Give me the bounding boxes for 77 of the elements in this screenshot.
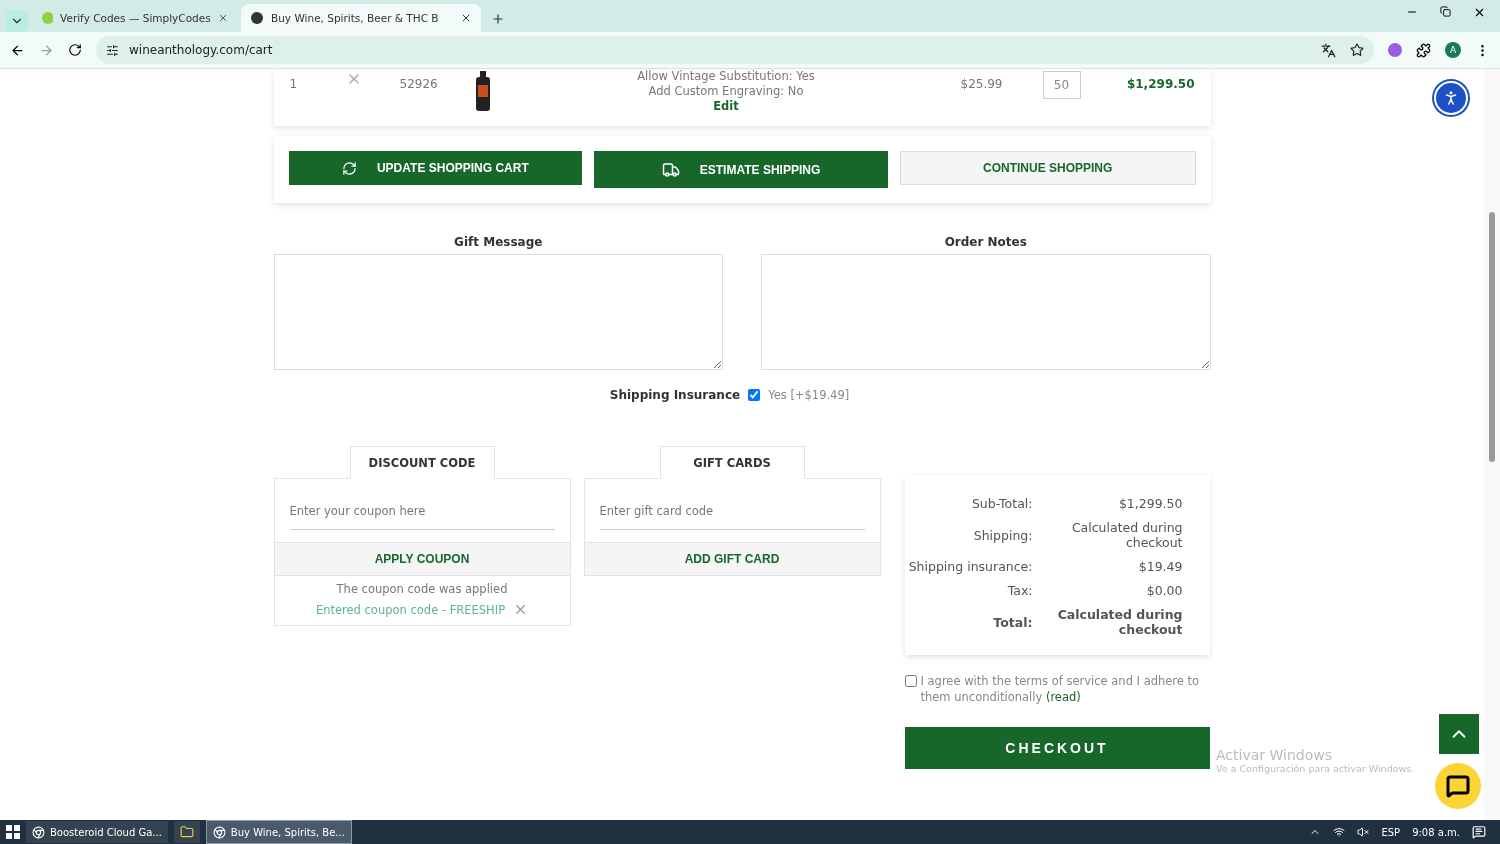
taskbar-app[interactable] — [173, 821, 200, 843]
site-settings-icon[interactable] — [106, 43, 119, 57]
extension-icon[interactable] — [1388, 43, 1402, 57]
close-icon[interactable] — [460, 12, 472, 24]
total-value: $1,299.50 — [1117, 496, 1183, 511]
refresh-icon — [341, 160, 357, 176]
item-option: Add Custom Engraving: No — [648, 84, 804, 99]
insurance-option: Yes [+$19.49] — [768, 388, 850, 402]
chat-button[interactable] — [1435, 763, 1481, 809]
reload-icon[interactable] — [68, 43, 82, 57]
insurance-label: Shipping Insurance — [609, 388, 741, 402]
edit-link[interactable]: Edit — [713, 99, 739, 114]
tab-list-button[interactable] — [6, 10, 28, 32]
start-icon[interactable] — [6, 825, 20, 839]
forward-icon[interactable] — [39, 42, 54, 58]
browser-icon — [212, 825, 226, 839]
extensions-icon[interactable] — [1416, 42, 1431, 58]
browser-tab[interactable]: Verify Codes — SimplyCodes — [32, 4, 237, 32]
site-icon — [250, 11, 264, 25]
gift-card-field[interactable]: Enter gift card code — [599, 493, 865, 530]
total-value: $19.49 — [1137, 559, 1183, 574]
total-value: Calculated during checkout — [1070, 520, 1183, 550]
gift-card-panel[interactable]: Enter gift card code ADD GIFT CARD — [583, 478, 881, 576]
cart-action-button[interactable]: ESTIMATE SHIPPING — [594, 151, 888, 188]
mute-icon[interactable] — [1357, 826, 1370, 838]
translate-icon[interactable] — [1321, 42, 1336, 58]
discount-tab[interactable]: DISCOUNT CODE — [349, 446, 495, 479]
chat-icon — [1446, 774, 1470, 798]
item-number: 1 — [289, 76, 299, 91]
read-link[interactable]: (read) — [1045, 690, 1081, 704]
activation-title: Activar Windows — [1216, 747, 1333, 763]
gift-cards-tab[interactable]: GIFT CARDS — [659, 446, 805, 479]
taskbar-app[interactable]: Boosteroid Cloud Ga... — [26, 821, 168, 843]
wifi-icon[interactable] — [1333, 826, 1346, 838]
clock[interactable]: 9:08 a.m. — [1412, 826, 1460, 838]
taskbar-app[interactable]: Buy Wine, Spirits, Be... — [205, 820, 352, 844]
checkbox[interactable] — [904, 675, 917, 687]
total-label: Shipping: — [972, 527, 1033, 543]
plus-icon — [491, 12, 505, 26]
total-value: Calculated during checkout — [1056, 607, 1183, 637]
note-label: Order Notes — [944, 235, 1027, 249]
add-gift-card-button[interactable]: ADD GIFT CARD — [584, 542, 880, 575]
terms-text: I agree with the terms of service and I adhere to them unconditionally (read) — [920, 673, 1201, 705]
restore-icon[interactable] — [1440, 5, 1451, 17]
item-option: Allow Vintage Substitution: Yes — [637, 69, 815, 84]
checkbox[interactable] — [748, 389, 761, 401]
accessibility-button[interactable] — [1434, 81, 1468, 115]
language-indicator[interactable]: ESP — [1381, 826, 1401, 838]
cart-action-button[interactable]: UPDATE SHOPPING CART — [288, 151, 583, 185]
back-icon[interactable] — [10, 42, 25, 58]
scrollbar[interactable] — [1484, 69, 1500, 820]
total-value: $0.00 — [1145, 583, 1183, 598]
browser-tab[interactable]: Buy Wine, Spirits, Beer & THC B — [241, 4, 481, 32]
total-label: Shipping insurance: — [907, 559, 1033, 574]
coupon-field[interactable]: Enter your coupon here — [289, 493, 555, 530]
total-label: Tax: — [1006, 583, 1033, 598]
apply-coupon-button[interactable]: APPLY COUPON — [274, 542, 570, 575]
total-label: Total: — [992, 614, 1033, 630]
address-bar[interactable]: wineanthology.com/cart — [96, 36, 1374, 64]
profile-avatar[interactable]: A — [1445, 42, 1461, 58]
total-label: Sub-Total: — [970, 496, 1033, 511]
quantity-field[interactable]: 50 — [1042, 71, 1081, 99]
applied-coupon: Entered coupon code - FREESHIP — [315, 602, 506, 617]
note-label: Gift Message — [454, 235, 543, 249]
star-icon[interactable] — [1350, 42, 1364, 57]
item-total: $1,299.50 — [1125, 76, 1195, 91]
browser-icon — [32, 825, 45, 839]
truck-icon — [661, 160, 680, 179]
bottle-image — [473, 71, 492, 111]
notification-icon[interactable] — [1472, 825, 1486, 839]
item-price: $25.99 — [960, 76, 1004, 91]
item-sku: 52926 — [399, 76, 439, 91]
folder-icon — [179, 825, 194, 839]
checkout-button[interactable]: CHECKOUT — [904, 727, 1210, 769]
coupon-status: The coupon code was applied — [336, 582, 508, 596]
cart-action-button[interactable]: CONTINUE SHOPPING — [899, 151, 1196, 185]
scroll-top-button[interactable] — [1439, 714, 1479, 754]
